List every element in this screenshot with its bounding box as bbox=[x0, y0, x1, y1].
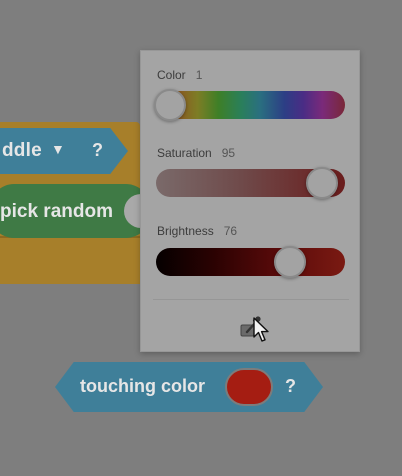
color-slider-track[interactable] bbox=[154, 89, 345, 121]
brightness-slider-track[interactable] bbox=[156, 246, 345, 278]
brightness-value: 76 bbox=[223, 224, 238, 238]
pointer-cursor-icon bbox=[253, 317, 269, 342]
saturation-label-text: Saturation bbox=[157, 146, 212, 160]
question-mark: ? bbox=[285, 376, 296, 396]
brightness-slider-label: Brightness 76 bbox=[157, 224, 237, 238]
color-picker-popover: Color 1 Saturation 95 Brightness 76 bbox=[140, 50, 360, 352]
sensing-dropdown-label: ddle bbox=[2, 140, 42, 161]
saturation-slider-knob[interactable] bbox=[306, 167, 338, 199]
touching-color-block[interactable]: touching color ? bbox=[55, 362, 323, 412]
color-slider-knob[interactable] bbox=[154, 89, 186, 121]
control-block-bottom bbox=[0, 236, 140, 284]
color-label-text: Color bbox=[157, 68, 186, 82]
color-slider-label: Color 1 bbox=[157, 68, 202, 82]
pick-random-label: pick random bbox=[0, 201, 113, 222]
brightness-slider-knob[interactable] bbox=[274, 246, 306, 278]
color-value: 1 bbox=[195, 68, 203, 82]
saturation-slider-track[interactable] bbox=[156, 167, 345, 199]
saturation-slider-label: Saturation 95 bbox=[157, 146, 235, 160]
saturation-value: 95 bbox=[221, 146, 236, 160]
triangle-down-icon[interactable]: ▼ bbox=[51, 141, 65, 157]
color-swatch[interactable] bbox=[225, 368, 273, 406]
pick-random-block[interactable]: pick random bbox=[0, 184, 160, 238]
brightness-label-text: Brightness bbox=[157, 224, 214, 238]
sensing-dropdown-block[interactable]: ddle ▼ ? bbox=[0, 128, 128, 174]
touching-color-label: touching color bbox=[80, 376, 205, 396]
question-mark: ? bbox=[92, 140, 103, 160]
divider bbox=[153, 299, 349, 300]
